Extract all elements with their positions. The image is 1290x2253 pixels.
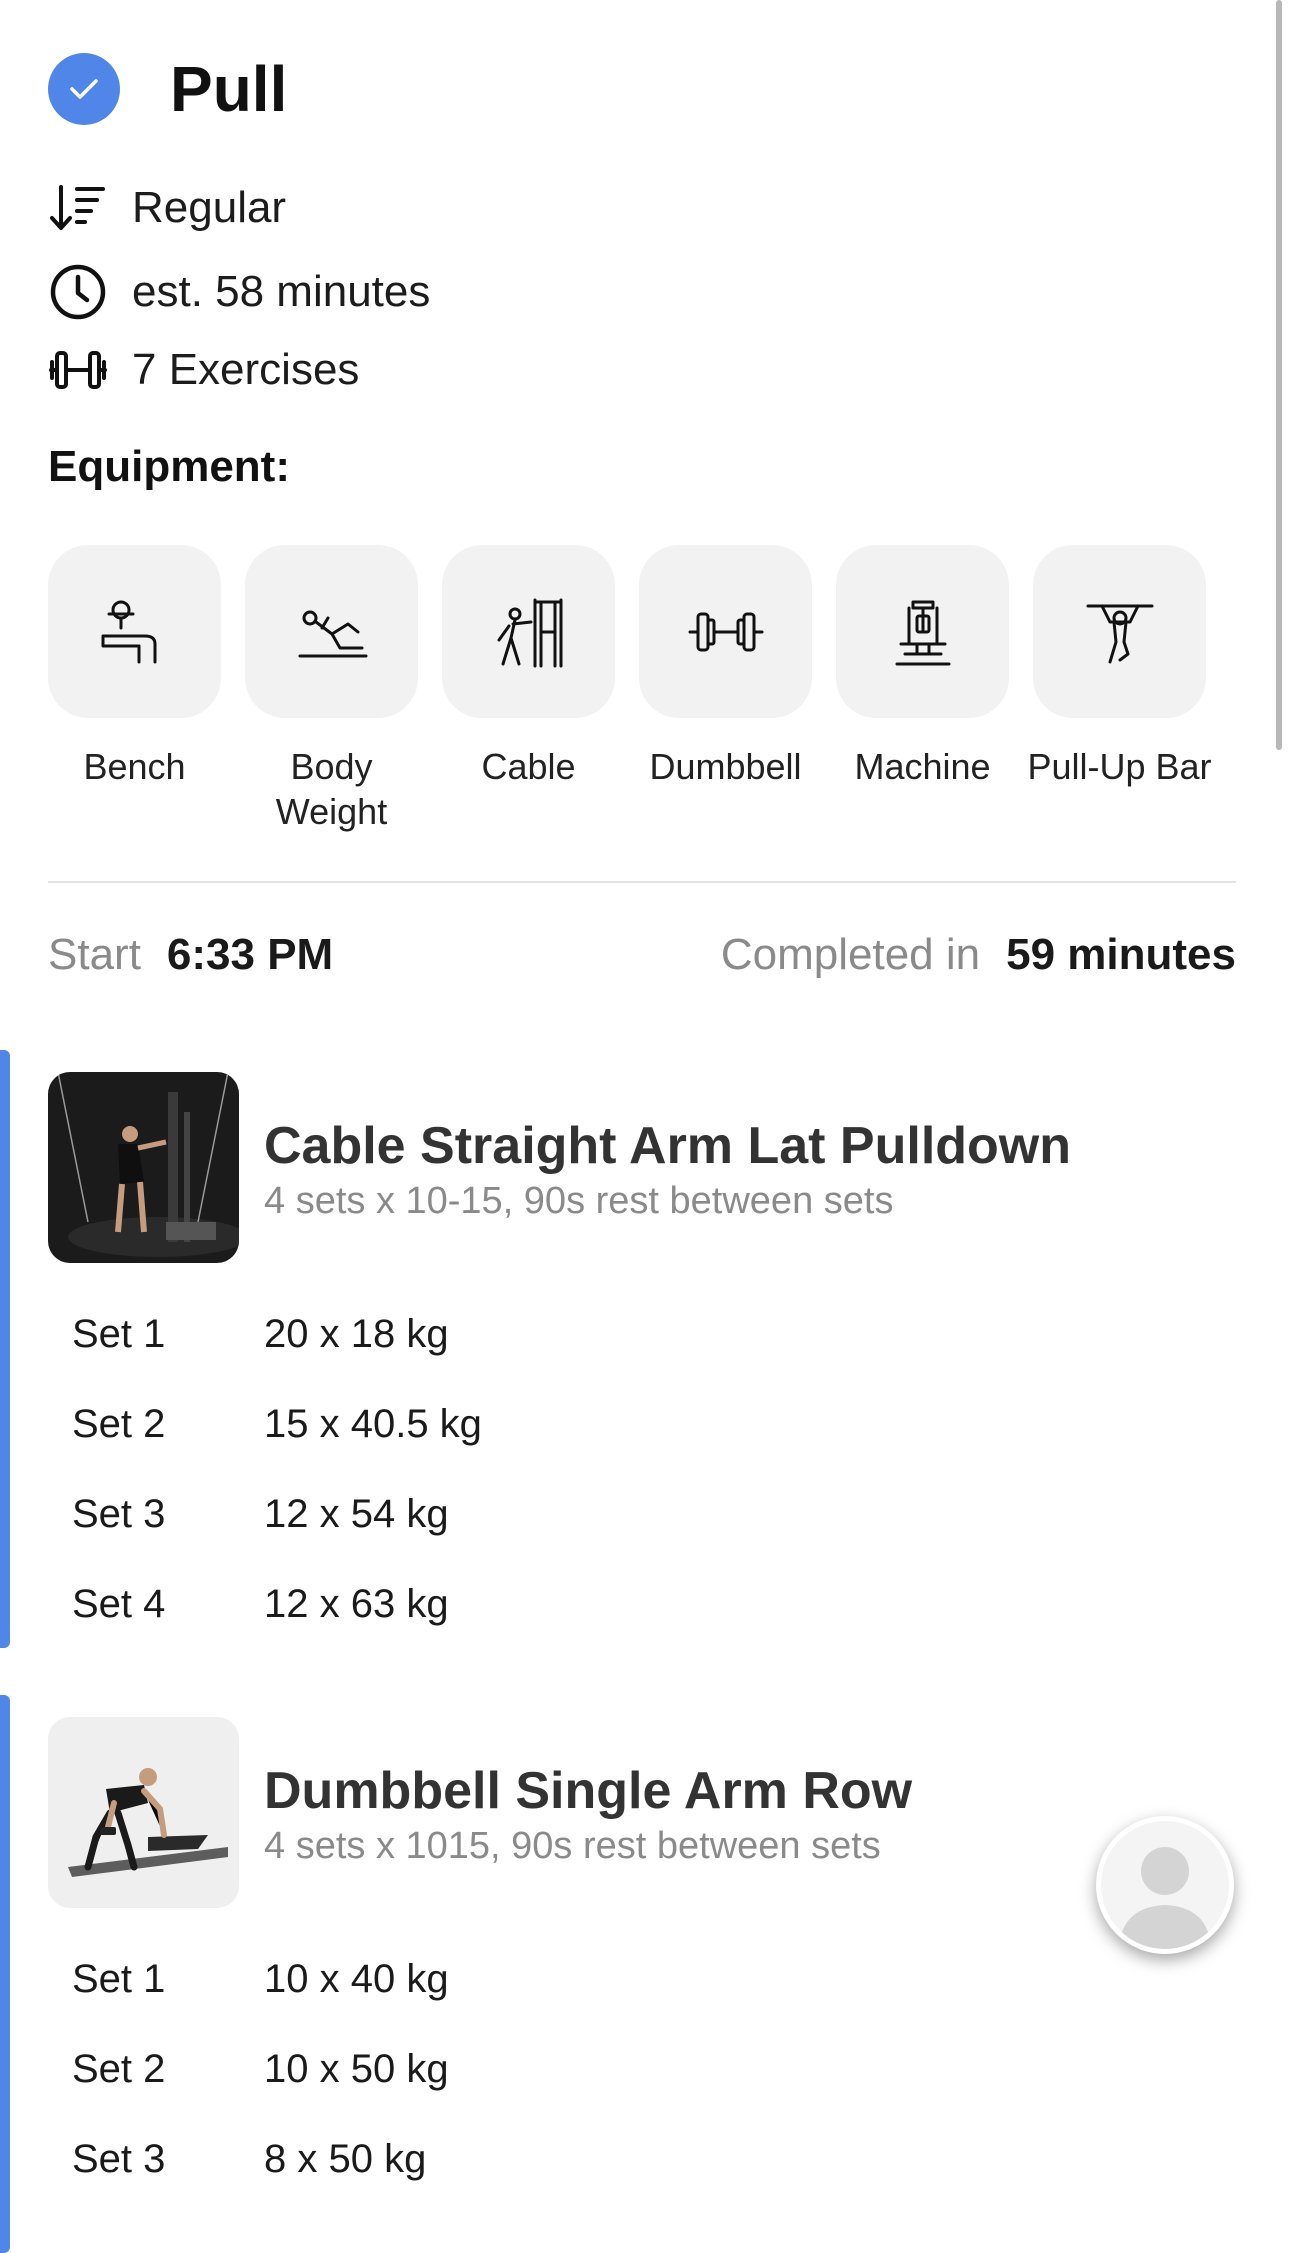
duration-row: est. 58 minutes: [48, 262, 430, 322]
equipment-item-dumbbell[interactable]: Dumbbell: [639, 545, 812, 834]
completed-time: Completed in 59 minutes: [721, 930, 1236, 980]
set-value: 8 x 50 kg: [264, 2137, 427, 2181]
workout-type: Regular: [132, 183, 287, 232]
equipment-label: Body Weight: [275, 746, 388, 832]
exercise-thumbnail[interactable]: [48, 1072, 239, 1263]
equipment-label: Cable: [481, 746, 576, 787]
exercise-thumbnail[interactable]: [48, 1717, 239, 1908]
equipment-item-machine[interactable]: Machine: [836, 545, 1009, 834]
exercise-count: 7 Exercises: [132, 345, 360, 394]
set-row: Set 1 20 x 18 kg: [72, 1312, 449, 1357]
machine-icon[interactable]: [836, 545, 1009, 718]
equipment-item-cable[interactable]: Cable: [442, 545, 615, 834]
workout-header: Pull: [48, 52, 287, 126]
set-value: 10 x 40 kg: [264, 1957, 449, 2001]
dumbbell-icon[interactable]: [639, 545, 812, 718]
equipment-list: Bench Body Weight Cable Dumbbell Machine…: [48, 545, 1230, 834]
equipment-item-pull-up-bar[interactable]: Pull-Up Bar: [1027, 545, 1212, 834]
cable-icon[interactable]: [442, 545, 615, 718]
workout-type-row: Regular: [48, 178, 286, 238]
completed-value: 59 minutes: [1006, 930, 1236, 979]
set-row: Set 3 8 x 50 kg: [72, 2137, 426, 2182]
equipment-label: Machine: [854, 746, 991, 787]
equipment-item-body-weight[interactable]: Body Weight: [245, 545, 418, 834]
start-time: Start 6:33 PM: [48, 930, 333, 980]
start-value: 6:33 PM: [166, 930, 334, 979]
set-value: 10 x 50 kg: [264, 2047, 449, 2091]
set-value: 12 x 54 kg: [264, 1492, 449, 1536]
session-stats: Start 6:33 PM Completed in 59 minutes: [48, 930, 1236, 980]
dumbbell-icon: [48, 340, 108, 400]
set-row: Set 1 10 x 40 kg: [72, 1957, 449, 2002]
divider: [48, 881, 1236, 883]
set-value: 20 x 18 kg: [264, 1312, 449, 1356]
exercise-card[interactable]: Cable Straight Arm Lat Pulldown 4 sets x…: [0, 1050, 1290, 1650]
set-value: 15 x 40.5 kg: [264, 1402, 482, 1446]
completed-check-icon[interactable]: [48, 53, 120, 125]
set-row: Set 2 15 x 40.5 kg: [72, 1402, 482, 1447]
start-label: Start: [48, 930, 141, 979]
set-label: Set 1: [72, 1312, 166, 1356]
avatar-button[interactable]: [1096, 1816, 1234, 1954]
equipment-label: Dumbbell: [649, 746, 802, 787]
exercise-accent-bar: [0, 1695, 10, 2253]
set-label: Set 1: [72, 1957, 166, 2001]
bench-icon[interactable]: [48, 545, 221, 718]
set-label: Set 3: [72, 1492, 166, 1536]
workout-duration: est. 58 minutes: [132, 267, 431, 316]
completed-label: Completed in: [720, 930, 981, 979]
set-row: Set 3 12 x 54 kg: [72, 1492, 449, 1537]
set-label: Set 2: [72, 2047, 166, 2091]
set-label: Set 4: [72, 1582, 166, 1626]
body-weight-icon[interactable]: [245, 545, 418, 718]
scrollbar[interactable]: [1276, 0, 1282, 750]
set-label: Set 3: [72, 2137, 166, 2181]
equipment-label: Pull-Up Bar: [1027, 746, 1212, 787]
exercise-detail: 4 sets x 1015, 90s rest between sets: [264, 1825, 881, 1867]
set-value: 12 x 63 kg: [264, 1582, 449, 1626]
equipment-heading: Equipment:: [48, 442, 290, 491]
workout-title: Pull: [170, 53, 288, 125]
exercise-count-row: 7 Exercises: [48, 340, 359, 400]
exercise-accent-bar: [0, 1050, 10, 1648]
equipment-label: Bench: [83, 746, 186, 787]
equipment-item-bench[interactable]: Bench: [48, 545, 221, 834]
set-row: Set 4 12 x 63 kg: [72, 1582, 449, 1627]
pull-up-bar-icon[interactable]: [1033, 545, 1206, 718]
set-row: Set 2 10 x 50 kg: [72, 2047, 449, 2092]
avatar-silhouette-icon: [1119, 1847, 1211, 1949]
clock-icon: [48, 262, 108, 322]
sort-icon: [48, 178, 108, 238]
exercise-card[interactable]: Dumbbell Single Arm Row 4 sets x 1015, 9…: [0, 1695, 1290, 2253]
exercise-name[interactable]: Cable Straight Arm Lat Pulldown: [264, 1116, 1071, 1176]
set-label: Set 2: [72, 1402, 166, 1446]
exercise-detail: 4 sets x 10-15, 90s rest between sets: [264, 1180, 894, 1222]
exercise-name[interactable]: Dumbbell Single Arm Row: [264, 1761, 912, 1821]
